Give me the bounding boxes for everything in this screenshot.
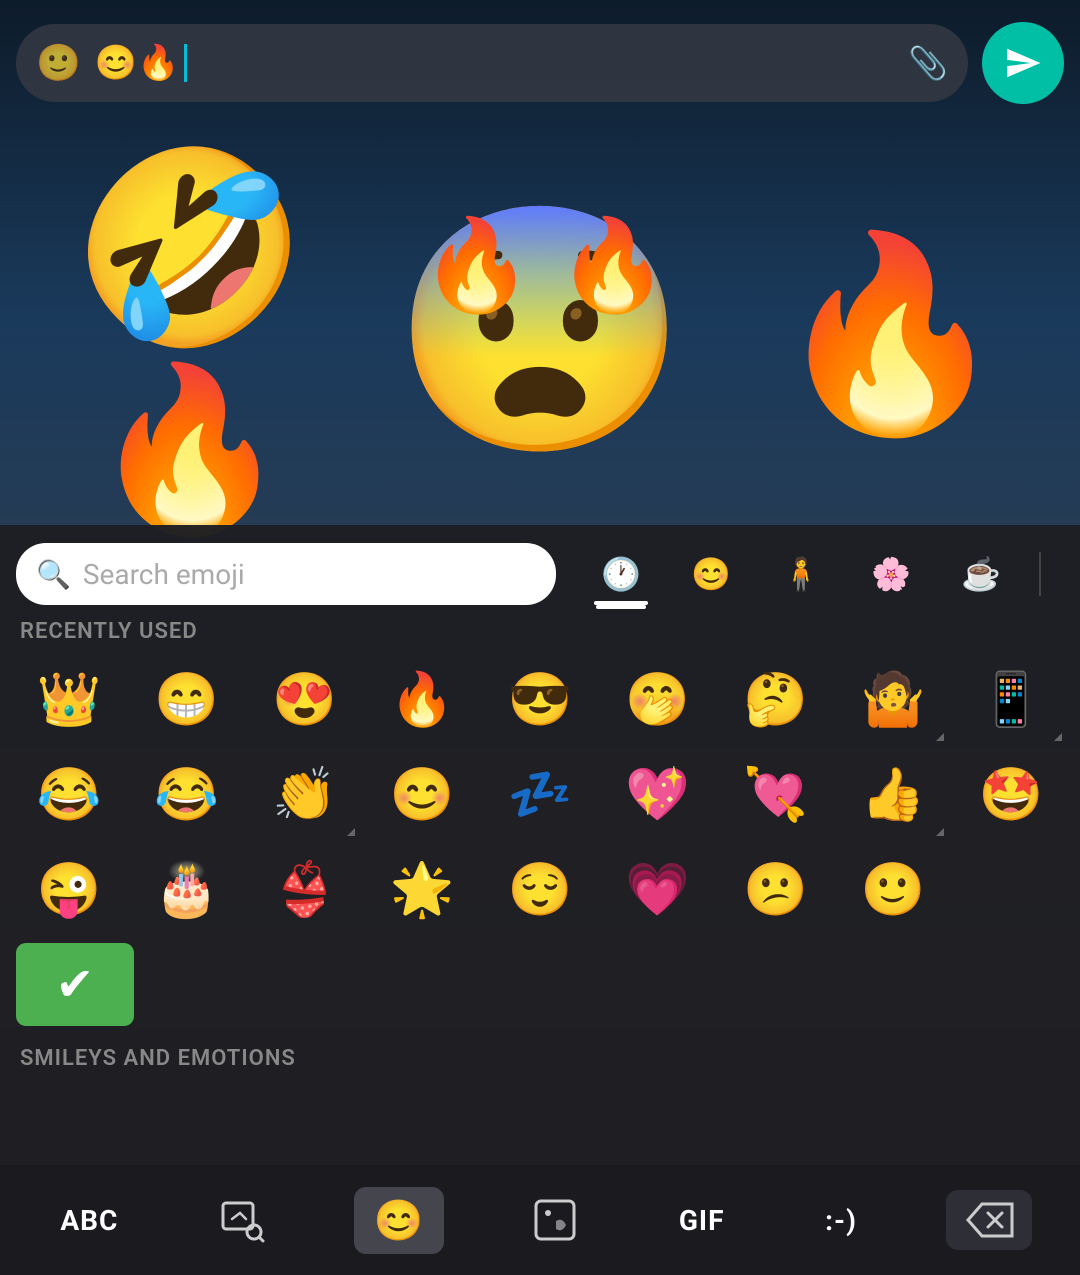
emoji-keyboard-button[interactable]: 😊 [354, 1187, 444, 1254]
backspace-button[interactable] [946, 1190, 1032, 1250]
emoji-grin[interactable]: 😁 [128, 652, 246, 747]
emoji-kb-icon: 😊 [374, 1197, 424, 1244]
large-emoji-right: 🔥 [772, 240, 1009, 430]
attachment-icon[interactable]: 📎 [908, 44, 948, 82]
message-content: 😊🔥 [95, 43, 187, 83]
tab-objects[interactable]: ☕ [949, 547, 1013, 601]
abc-button[interactable]: ABC [48, 1196, 130, 1245]
recent-tab-icon: 🕐 [601, 555, 641, 593]
sticker-button[interactable] [520, 1189, 590, 1251]
emoticon-button[interactable]: :-) [813, 1196, 869, 1245]
smileys-emotions-label: SMILEYS AND EMOTIONS [0, 1032, 1080, 1079]
emoji-worried[interactable]: 😕 [717, 842, 835, 937]
emoji-heart-eyes[interactable]: 😍 [246, 652, 364, 747]
tab-divider [1039, 552, 1041, 596]
emoji-grid-row2: 😂 😂 👏 😊 💤 💖 💘 👍 🤩 [0, 747, 1080, 842]
emoji-thumbs-up[interactable]: 👍 [834, 747, 952, 842]
emoji-zzz[interactable]: 💤 [481, 747, 599, 842]
emoji-keyboard-panel: 🔍 Search emoji 🕐 😊 🧍 🌸 ☕ RECENTLY USED [0, 525, 1080, 1275]
sticker-icon [532, 1197, 578, 1243]
category-tabs: 🕐 😊 🧍 🌸 ☕ [566, 547, 1064, 601]
checkmark-icon: ✔ [56, 957, 95, 1012]
text-cursor [184, 44, 187, 82]
tab-people[interactable]: 🧍 [769, 547, 833, 601]
search-and-tabs-row: 🔍 Search emoji 🕐 😊 🧍 🌸 ☕ [0, 525, 1080, 605]
image-search-icon [219, 1197, 265, 1243]
emoji-sunglasses[interactable]: 😎 [481, 652, 599, 747]
emoji-fire[interactable]: 🔥 [363, 652, 481, 747]
tab-recent[interactable]: 🕐 [589, 547, 653, 601]
gif-button[interactable]: GIF [667, 1196, 737, 1245]
keyboard-bar: ABC 😊 GIF :-) [0, 1165, 1080, 1275]
search-placeholder-text: Search emoji [83, 558, 245, 591]
image-search-button[interactable] [207, 1189, 277, 1251]
emoji-birthday-cake[interactable]: 🎂 [128, 842, 246, 937]
large-emoji-left: 🤣🔥 [71, 155, 308, 535]
abc-label: ABC [60, 1204, 118, 1237]
tab-smileys[interactable]: 😊 [679, 547, 743, 601]
emoji-sun[interactable]: 🌟 [363, 842, 481, 937]
emoji-sparkle-heart[interactable]: 💖 [599, 747, 717, 842]
message-emoji-text: 😊🔥 [95, 43, 180, 83]
emoji-slightly-smiling[interactable]: 🙂 [834, 842, 952, 937]
emoji-pink-heart[interactable]: 💗 [599, 842, 717, 937]
emoji-tears-of-joy[interactable]: 😂 [10, 747, 128, 842]
emoji-star-struck[interactable]: 🤩 [952, 747, 1070, 842]
emoji-smile[interactable]: 😊 [363, 747, 481, 842]
backspace-icon [964, 1200, 1014, 1240]
message-input-field[interactable]: 🙂 😊🔥 📎 [16, 24, 968, 102]
emoji-checkmark-confirm[interactable]: ✔ [16, 943, 134, 1026]
emoji-toggle-icon[interactable]: 🙂 [36, 42, 81, 84]
emoji-thinking[interactable]: 🤔 [717, 652, 835, 747]
people-tab-icon: 🧍 [781, 555, 821, 593]
message-bar: 🙂 😊🔥 📎 [16, 18, 1064, 108]
emoticon-label: :-) [825, 1204, 857, 1237]
emoji-relieved[interactable]: 😌 [481, 842, 599, 937]
emoji-crown[interactable]: 👑 [10, 652, 128, 747]
nature-tab-icon: 🌸 [871, 555, 911, 593]
emoji-clapping[interactable]: 👏 [246, 747, 364, 842]
emoji-search-box[interactable]: 🔍 Search emoji [16, 543, 556, 605]
emoji-hand-over-mouth[interactable]: 🤭 [599, 652, 717, 747]
emoji-heart-arrow[interactable]: 💘 [717, 747, 835, 842]
emoji-shrug[interactable]: 🤷 [834, 652, 952, 747]
emoji-preview-area: 🤣🔥 😨 🔥 🔥 🔥 [0, 115, 1080, 535]
emoji-bikini[interactable]: 👙 [246, 842, 364, 937]
emoji-joy[interactable]: 😂 [128, 747, 246, 842]
send-icon [1004, 44, 1042, 82]
emoji-grid-row1: 👑 😁 😍 🔥 😎 🤭 🤔 🤷 📱 [0, 652, 1080, 747]
emoji-phone[interactable]: 📱 [952, 652, 1070, 747]
large-emoji-center: 😨 🔥 🔥 [391, 195, 690, 455]
emoji-tongue-out[interactable]: 😜 [10, 842, 128, 937]
objects-tab-icon: ☕ [961, 555, 1001, 593]
gif-label: GIF [679, 1204, 725, 1237]
tab-nature[interactable]: 🌸 [859, 547, 923, 601]
recently-used-label: RECENTLY USED [0, 605, 1080, 652]
emoji-grid-row3: 😜 🎂 👙 🌟 😌 💗 😕 🙂 ✔ [0, 842, 1080, 1032]
smileys-tab-icon: 😊 [691, 555, 731, 593]
search-icon: 🔍 [36, 558, 71, 591]
send-button[interactable] [982, 22, 1064, 104]
